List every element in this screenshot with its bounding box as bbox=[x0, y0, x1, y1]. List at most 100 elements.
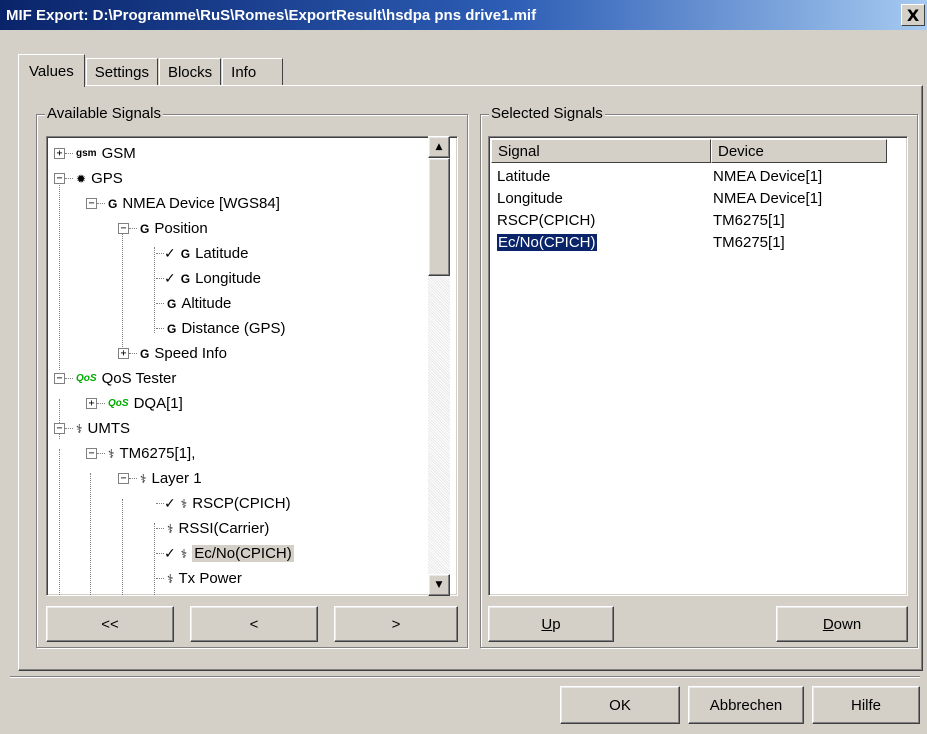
remove-button[interactable]: < bbox=[190, 606, 318, 642]
tree-connector bbox=[65, 178, 73, 179]
down-button[interactable]: Down bbox=[776, 606, 908, 642]
tree-connector bbox=[65, 378, 73, 379]
tree-item[interactable]: − ⚕ Layer 1 bbox=[118, 466, 202, 491]
help-button[interactable]: Hilfe bbox=[812, 686, 920, 724]
collapse-icon[interactable]: − bbox=[118, 473, 129, 484]
tree-item[interactable]: ✓ ⚕ Ec/No(CPICH) bbox=[150, 541, 294, 566]
up-button[interactable]: Up bbox=[488, 606, 614, 642]
checkmark-icon: ✓ bbox=[164, 245, 176, 262]
tree-scrollbar[interactable]: ▲ ▼ bbox=[428, 136, 450, 596]
tree-connector bbox=[129, 353, 137, 354]
tree-item[interactable]: − ✹ GPS bbox=[54, 166, 123, 191]
expand-icon[interactable]: + bbox=[118, 348, 129, 359]
umts-icon: ⚕ bbox=[180, 546, 188, 561]
tree-item[interactable]: ✓ G Longitude bbox=[150, 266, 261, 291]
tree-connector bbox=[156, 303, 164, 304]
tree-item-label: NMEA Device [WGS84] bbox=[122, 195, 280, 212]
tree-item[interactable]: G Altitude bbox=[150, 291, 231, 316]
tree-item-label: Speed Info bbox=[154, 345, 227, 362]
collapse-icon[interactable]: − bbox=[54, 373, 65, 384]
tree-connector bbox=[65, 153, 73, 154]
tree-connector bbox=[156, 278, 164, 279]
tree-connector bbox=[129, 228, 137, 229]
tree-connector bbox=[122, 223, 123, 353]
scroll-up-arrow-icon[interactable]: ▲ bbox=[428, 136, 450, 158]
tree-item[interactable]: − G Position bbox=[118, 216, 208, 241]
tree-item[interactable]: ⚕ RSSI(Carrier) bbox=[150, 516, 269, 541]
tree-item[interactable]: − QoS QoS Tester bbox=[54, 366, 176, 391]
list-row[interactable]: Longitude NMEA Device[1] bbox=[497, 187, 893, 209]
tree-item[interactable]: ✓ G Latitude bbox=[150, 241, 248, 266]
device-cell: NMEA Device[1] bbox=[713, 189, 823, 207]
expand-icon[interactable]: + bbox=[54, 148, 65, 159]
column-header-device[interactable]: Device bbox=[711, 139, 887, 163]
tab-blocks[interactable]: Blocks bbox=[158, 58, 222, 86]
available-signals-tree[interactable]: + gsm GSM − ✹ GPS − G NMEA Device [WGS84] − G Posit… bbox=[46, 136, 458, 596]
add-button[interactable]: > bbox=[334, 606, 458, 642]
gsm-icon: gsm bbox=[76, 148, 97, 159]
column-header-signal[interactable]: Signal bbox=[491, 139, 711, 163]
signal-cell: RSCP(CPICH) bbox=[497, 211, 596, 229]
tree-item-label: RSCP(CPICH) bbox=[192, 495, 291, 512]
tree-item-label: TM6275[1], bbox=[119, 445, 196, 462]
gps-device-icon: G bbox=[167, 296, 177, 311]
list-row[interactable]: RSCP(CPICH) TM6275[1] bbox=[497, 209, 893, 231]
collapse-icon[interactable]: − bbox=[86, 198, 97, 209]
up-button-label: Up bbox=[541, 615, 561, 633]
tree-connector bbox=[156, 578, 164, 579]
umts-icon: ⚕ bbox=[108, 446, 115, 461]
tab-values[interactable]: Values bbox=[18, 54, 85, 87]
tree-item[interactable]: − ⚕ UMTS bbox=[54, 416, 130, 441]
tree-item-label: Latitude bbox=[195, 245, 249, 262]
selected-signals-title: Selected Signals bbox=[489, 105, 605, 122]
collapse-icon[interactable]: − bbox=[118, 223, 129, 234]
tree-connector bbox=[156, 528, 164, 529]
umts-icon: ⚕ bbox=[76, 421, 83, 436]
title-bar: MIF Export: D:\Programme\RuS\Romes\Expor… bbox=[0, 0, 927, 30]
umts-icon: ⚕ bbox=[167, 571, 174, 586]
list-row-selected[interactable]: Ec/No(CPICH) TM6275[1] bbox=[496, 231, 893, 253]
checkmark-icon: ✓ bbox=[164, 270, 176, 287]
tree-item[interactable]: − G NMEA Device [WGS84] bbox=[86, 191, 280, 216]
tree-item-label: GSM bbox=[101, 145, 136, 162]
signal-cell: Longitude bbox=[497, 189, 563, 207]
collapse-icon[interactable]: − bbox=[54, 423, 65, 434]
tree-item-label: Ec/No(CPICH) bbox=[192, 545, 294, 562]
tree-connector bbox=[59, 449, 60, 595]
tree-item[interactable]: + gsm GSM bbox=[54, 141, 136, 166]
cancel-button[interactable]: Abbrechen bbox=[688, 686, 804, 724]
tree-item[interactable]: − ⚕ TM6275[1], bbox=[86, 441, 195, 466]
gps-device-icon: G bbox=[180, 271, 191, 286]
tree-item-label: RSSI(Carrier) bbox=[178, 520, 270, 537]
scroll-down-arrow-icon[interactable]: ▼ bbox=[428, 574, 450, 596]
down-button-label: Down bbox=[822, 615, 862, 633]
remove-all-button[interactable]: << bbox=[46, 606, 174, 642]
tree-item[interactable]: ⚕ Tx Power bbox=[150, 566, 242, 591]
tree-item[interactable]: + QoS DQA[1] bbox=[86, 391, 183, 416]
device-cell: TM6275[1] bbox=[713, 233, 785, 251]
tab-strip: Values Settings Blocks Info bbox=[18, 52, 284, 87]
tab-settings[interactable]: Settings bbox=[85, 58, 158, 86]
footer-separator bbox=[10, 676, 920, 678]
ok-button[interactable]: OK bbox=[560, 686, 680, 724]
expand-icon[interactable]: + bbox=[86, 398, 97, 409]
scroll-thumb[interactable] bbox=[428, 158, 450, 276]
tree-item-label: Distance (GPS) bbox=[181, 320, 286, 337]
close-button[interactable]: X bbox=[901, 4, 925, 26]
selected-signals-list[interactable]: Signal Device Latitude NMEA Device[1] Lo… bbox=[488, 136, 908, 596]
umts-icon: ⚕ bbox=[180, 496, 188, 511]
tree-item-label: Position bbox=[154, 220, 208, 237]
collapse-icon[interactable]: − bbox=[86, 448, 97, 459]
tree-item-label: UMTS bbox=[87, 420, 131, 437]
tree-item[interactable]: ✓ ⚕ RSCP(CPICH) bbox=[150, 491, 291, 516]
collapse-icon[interactable]: − bbox=[54, 173, 65, 184]
tree-item[interactable]: G Distance (GPS) bbox=[150, 316, 286, 341]
tree-item[interactable]: + G Speed Info bbox=[118, 341, 227, 366]
list-row[interactable]: Latitude NMEA Device[1] bbox=[497, 165, 893, 187]
tab-info[interactable]: Info bbox=[222, 58, 284, 86]
tree-connector bbox=[97, 453, 105, 454]
gps-device-icon: G bbox=[140, 346, 150, 361]
tree-connector bbox=[156, 503, 164, 504]
tree-connector bbox=[129, 478, 137, 479]
gps-device-icon: G bbox=[180, 246, 191, 261]
